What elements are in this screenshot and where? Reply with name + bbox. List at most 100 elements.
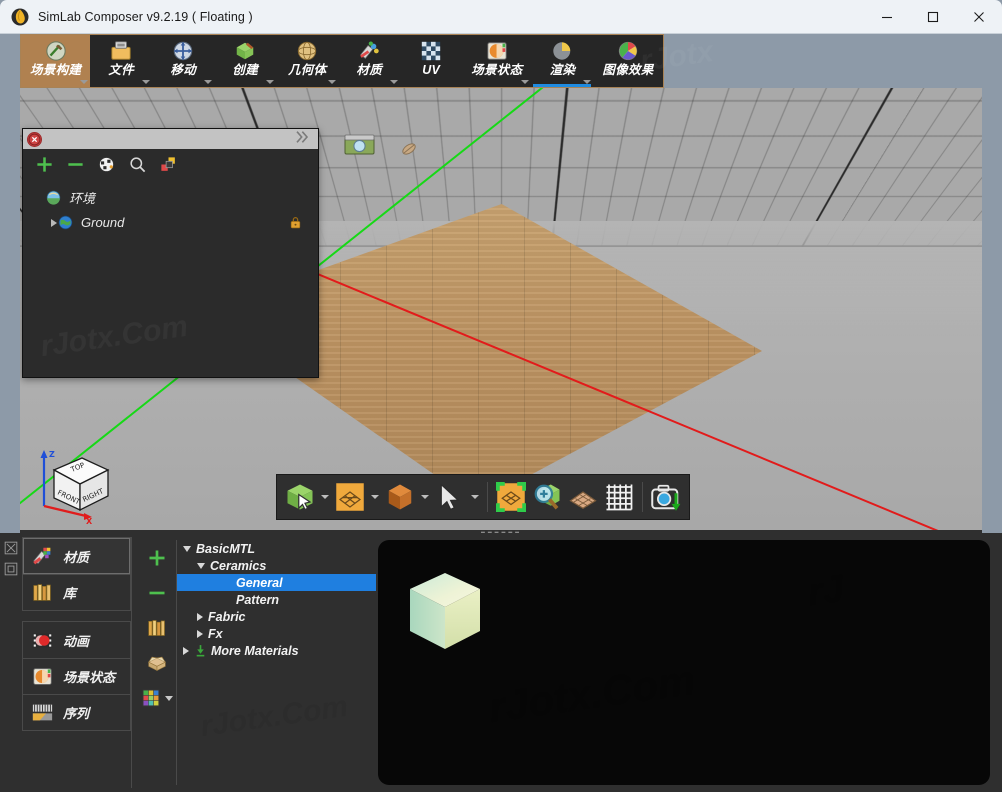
import-material-button[interactable] (146, 652, 168, 674)
chevron-right-icon[interactable] (51, 218, 57, 227)
navigation-cube[interactable]: Z X TOP FRONT RIGHT (32, 440, 120, 526)
zoom-cube-icon[interactable] (529, 479, 565, 515)
chevron-down-icon[interactable] (266, 80, 275, 84)
close-circle-icon[interactable] (27, 131, 42, 147)
material-tree[interactable]: BasicMTL Ceramics General Pattern Fabric Fx Mo… (176, 540, 376, 785)
material-tree-item[interactable]: BasicMTL (177, 540, 376, 557)
chevron-down-icon[interactable] (468, 479, 482, 515)
ribbon-tab-1[interactable]: 文件 (90, 35, 152, 87)
camera-gizmo[interactable] (344, 132, 376, 161)
chevron-down-icon[interactable] (204, 80, 213, 84)
search-node-button[interactable] (128, 155, 147, 174)
color-swatch-button[interactable] (159, 155, 178, 174)
ribbon-tab-8[interactable]: 渲染 (531, 35, 593, 87)
sidebar-item-1-0[interactable]: 动画 (23, 622, 130, 658)
chevron-down-icon[interactable] (418, 479, 432, 515)
sidebar-item-1-1[interactable]: 场景状态 (23, 658, 130, 694)
chevron-down-icon[interactable] (521, 80, 530, 84)
material-tree-item[interactable]: Ceramics (177, 557, 376, 574)
watermark: rJ (805, 567, 847, 615)
material-tree-item[interactable]: Pattern (177, 591, 376, 608)
chevron-down-icon[interactable] (328, 80, 337, 84)
zoom-tool[interactable] (529, 474, 565, 520)
remove-material-button[interactable] (146, 582, 168, 604)
ribbon-tab-2[interactable]: 移动 (152, 35, 214, 87)
chevron-down-icon[interactable] (318, 479, 332, 515)
orange-cube-icon[interactable] (382, 479, 418, 515)
chevron-right-icon[interactable] (197, 612, 203, 621)
ribbon-tab-0[interactable]: 场景构建 (21, 35, 91, 87)
fit-selection-icon[interactable] (493, 479, 529, 515)
chevron-down-icon[interactable] (390, 80, 399, 84)
arrow-cursor-icon[interactable] (432, 479, 468, 515)
close-panel-button[interactable] (4, 541, 18, 555)
green-cube-cursor-icon[interactable] (282, 479, 318, 515)
ribbon-tab-4[interactable]: 几何体 (276, 35, 338, 87)
pointer-tool[interactable] (432, 474, 482, 520)
chevron-down-icon[interactable] (142, 80, 151, 84)
close-button[interactable] (956, 0, 1002, 34)
scene-tree-list: 环境 Ground (23, 179, 318, 235)
viewport-3d[interactable]: Z X TOP FRONT RIGHT 环境 Ground (20, 88, 982, 530)
chevron-down-icon[interactable] (583, 80, 592, 84)
minimize-button[interactable] (864, 0, 910, 34)
chevron-down-icon[interactable] (80, 80, 89, 84)
material-view-button[interactable] (140, 687, 174, 709)
lock-icon[interactable] (289, 215, 302, 230)
material-tree-item-label: Pattern (236, 592, 280, 607)
sidebar-item-1-2[interactable]: 序列 (23, 694, 130, 730)
move-gizmo-icon (171, 39, 195, 62)
add-node-button[interactable] (35, 155, 54, 174)
material-tree-item-label: Fabric (208, 609, 246, 624)
material-toolbar (140, 539, 174, 784)
material-tree-item-label: More Materials (211, 643, 299, 658)
select-object-tool[interactable] (282, 474, 332, 520)
material-tree-item[interactable]: Fx (177, 625, 376, 642)
chevron-down-icon[interactable] (165, 695, 173, 701)
chevron-right-icon[interactable] (197, 629, 203, 638)
scene-tree-node-label: 环境 (69, 191, 96, 206)
ribbon-tab-3[interactable]: 创建 (214, 35, 276, 87)
application-window: SimLab Composer v9.2.19 ( Floating ) 场景构… (0, 0, 1002, 792)
chevron-down-icon[interactable] (197, 562, 205, 569)
grid-toggle-tool[interactable] (601, 474, 637, 520)
ribbon-tab-7[interactable]: 场景状态 (462, 35, 531, 87)
ribbon-tab-9[interactable]: 图像效果 (593, 35, 662, 87)
chevron-right-icon[interactable] (183, 646, 189, 655)
float-panel-button[interactable] (4, 562, 18, 576)
material-tree-item[interactable]: More Materials (177, 642, 376, 659)
remove-node-button[interactable] (66, 155, 85, 174)
node-type-button[interactable] (97, 155, 116, 174)
create-box-icon (233, 39, 257, 62)
select-face-tool[interactable] (332, 474, 382, 520)
orange-plane-icon[interactable] (332, 479, 368, 515)
scene-tree-node[interactable]: 环境 (23, 185, 318, 210)
object-mode-tool[interactable] (382, 474, 432, 520)
ground-plane-icon[interactable] (565, 479, 601, 515)
toolbar-separator (642, 482, 643, 512)
ground-plane-tool[interactable] (565, 474, 601, 520)
material-preview-thumbnail[interactable]: rJotx.Com rJ (378, 540, 990, 785)
chevron-down-icon[interactable] (183, 545, 191, 552)
ribbon-tab-label: 图像效果 (602, 63, 654, 77)
add-material-button[interactable] (146, 547, 168, 569)
material-brush-icon (357, 39, 381, 62)
scene-tree-node[interactable]: Ground (23, 210, 318, 235)
camera-download-icon[interactable] (648, 479, 684, 515)
material-tree-item-label: BasicMTL (196, 541, 256, 556)
material-library-button[interactable] (146, 617, 168, 639)
maximize-button[interactable] (910, 0, 956, 34)
sidebar-item-0-0[interactable]: 材质 (23, 538, 130, 574)
capture-tool[interactable] (648, 474, 684, 520)
fit-selection-tool[interactable] (493, 474, 529, 520)
grid-icon[interactable] (601, 479, 637, 515)
light-gizmo[interactable] (400, 140, 418, 163)
expand-chevrons-icon[interactable] (295, 129, 315, 149)
material-tree-item[interactable]: Fabric (177, 608, 376, 625)
material-tree-item[interactable]: General (177, 574, 376, 591)
window-title: SimLab Composer v9.2.19 ( Floating ) (38, 9, 253, 24)
sidebar-item-0-1[interactable]: 库 (23, 574, 130, 610)
ribbon-tab-5[interactable]: 材质 (338, 35, 400, 87)
ribbon-tab-6[interactable]: UV (400, 35, 462, 87)
chevron-down-icon[interactable] (368, 479, 382, 515)
